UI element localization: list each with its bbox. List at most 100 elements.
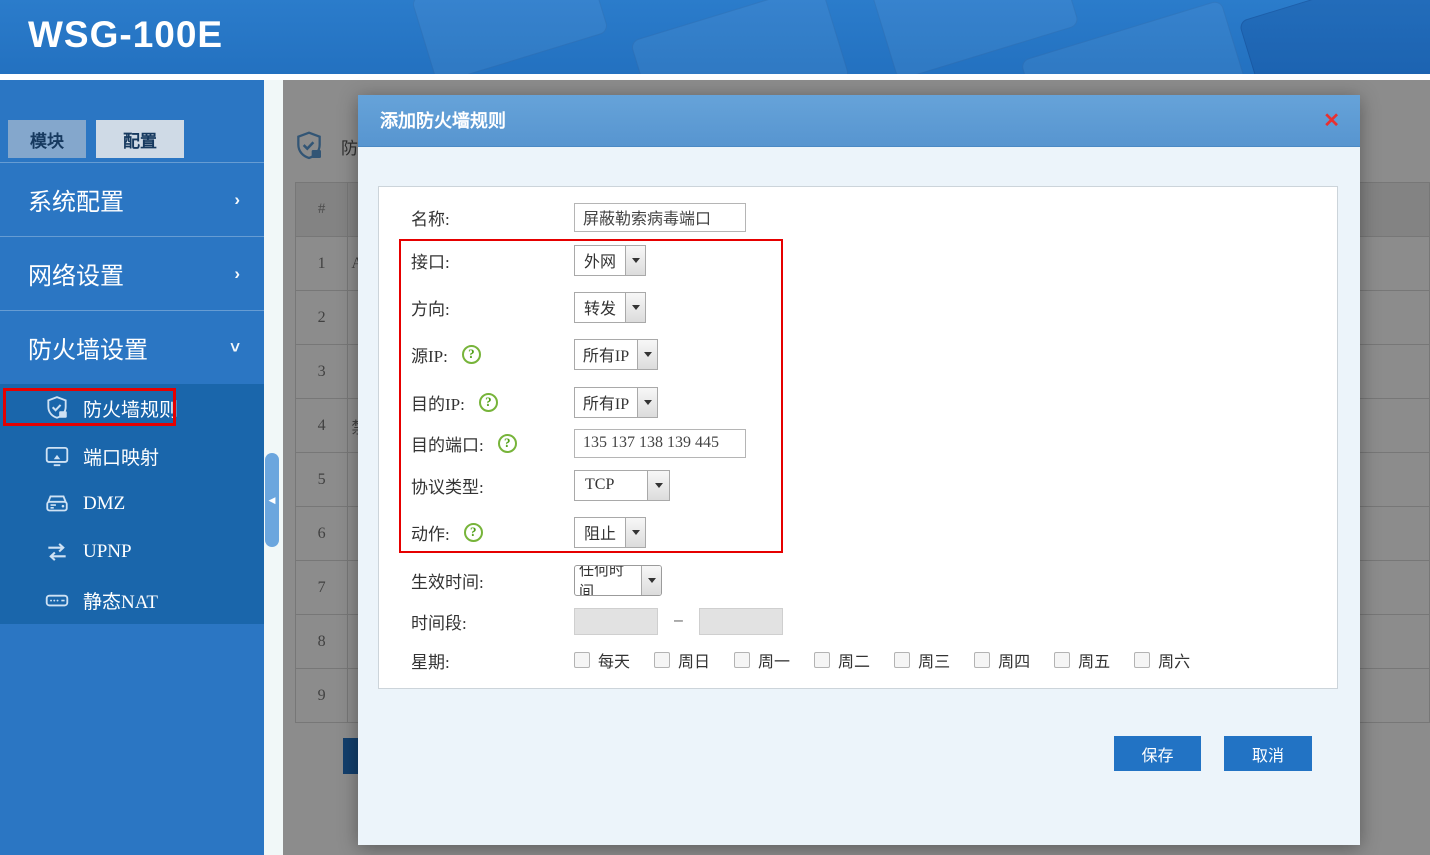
checkbox-label: 周五	[1078, 654, 1111, 671]
help-icon[interactable]: ?	[497, 433, 517, 453]
sidebar-item-static-nat[interactable]: 静态NAT	[0, 576, 264, 624]
label-text: 目的端口:	[411, 435, 484, 455]
checkbox-label: 周一	[758, 654, 791, 671]
protocol-value: TCP	[585, 476, 615, 493]
server-icon	[44, 491, 70, 517]
form-row-direction: 方向: 转发	[379, 291, 1337, 323]
sidebar: 模块 配置 系统配置 › 网络设置 › 防火墙设置 ˅ 防火墙规则 端口映射 D…	[0, 80, 264, 855]
help-icon[interactable]: ?	[463, 522, 483, 542]
monitor-icon	[44, 443, 70, 469]
label-text: 源IP:	[411, 346, 448, 366]
week-option-monday: 周一	[734, 648, 790, 672]
name-input[interactable]	[574, 202, 746, 232]
sidebar-item-label: 静态NAT	[83, 591, 158, 613]
form-row-dest-port: 目的端口: ?	[379, 428, 1337, 458]
dropdown-arrow-icon[interactable]	[637, 387, 657, 417]
sidebar-item-label: UPNP	[83, 541, 132, 562]
direction-label: 方向:	[411, 299, 450, 319]
sidebar-item-label: DMZ	[83, 493, 126, 514]
sidebar-item-label: 防火墙规则	[83, 399, 179, 421]
checkbox-label: 周六	[1158, 654, 1191, 671]
dest-ip-select[interactable]: 所有IP	[574, 386, 658, 418]
form-row-name: 名称:	[379, 202, 1337, 232]
dropdown-arrow-icon[interactable]	[625, 245, 645, 275]
everyday-checkbox[interactable]	[574, 652, 590, 668]
interface-select[interactable]: 外网	[574, 244, 646, 276]
effective-time-select[interactable]: 任何时间	[574, 564, 662, 596]
shield-check-icon	[44, 395, 70, 421]
name-label: 名称:	[411, 209, 450, 229]
form-row-dest-ip: 目的IP: ? 所有IP	[379, 386, 1337, 418]
sidebar-item-port-mapping[interactable]: 端口映射	[0, 432, 264, 480]
sidebar-item-upnp[interactable]: UPNP	[0, 528, 264, 576]
protocol-label: 协议类型:	[411, 477, 484, 497]
label-text: 目的IP:	[411, 394, 465, 414]
source-ip-select[interactable]: 所有IP	[574, 338, 658, 370]
sidebar-item-label: 系统配置	[28, 189, 124, 216]
save-button[interactable]: 保存	[1114, 736, 1201, 771]
week-option-friday: 周五	[1054, 648, 1110, 672]
form-row-effective-time: 生效时间: 任何时间	[379, 564, 1337, 596]
week-option-sunday: 周日	[654, 648, 710, 672]
dialog-titlebar: 添加防火墙规则 ✕	[358, 95, 1360, 147]
form-row-action: 动作: ? 阻止	[379, 516, 1337, 548]
week-option-thursday: 周四	[974, 648, 1030, 672]
sidebar-tabs: 模块 配置	[0, 120, 264, 158]
chevron-right-icon: ›	[234, 189, 240, 209]
dest-port-input[interactable]	[574, 428, 746, 458]
dest-ip-label: 目的IP: ?	[411, 390, 574, 415]
monday-checkbox[interactable]	[734, 652, 751, 668]
dropdown-arrow-icon[interactable]	[637, 339, 657, 369]
dest-port-label: 目的端口: ?	[411, 431, 574, 456]
time-end-input[interactable]	[698, 607, 783, 635]
form-row-time-range: 时间段: –	[379, 606, 1337, 636]
dropdown-arrow-icon[interactable]	[625, 517, 645, 547]
effective-time-label: 生效时间:	[411, 572, 484, 592]
sidebar-item-dmz[interactable]: DMZ	[0, 480, 264, 528]
sidebar-collapse-handle[interactable]: ◀	[265, 453, 279, 547]
thursday-checkbox[interactable]	[974, 652, 991, 668]
dropdown-arrow-icon[interactable]	[625, 292, 645, 322]
collapse-arrow-icon: ◀	[268, 494, 276, 505]
cancel-button[interactable]: 取消	[1224, 736, 1312, 771]
sidebar-nav: 系统配置 › 网络设置 › 防火墙设置 ˅	[0, 162, 264, 384]
keyboard-decoration	[629, 0, 851, 74]
close-icon[interactable]: ✕	[1323, 108, 1340, 133]
app-header: WSG-100E	[0, 0, 1430, 77]
friday-checkbox[interactable]	[1054, 652, 1071, 668]
sidebar-item-firewall-rules[interactable]: 防火墙规则	[0, 384, 264, 432]
week-label: 星期:	[411, 652, 450, 672]
protocol-select[interactable]: TCP	[574, 469, 670, 501]
help-icon[interactable]: ?	[461, 344, 481, 364]
add-firewall-rule-dialog: 添加防火墙规则 ✕ 名称: 接口: 外网 方向: 转发 源IP: ?	[358, 95, 1360, 845]
chevron-right-icon: ›	[234, 263, 240, 283]
dropdown-arrow-icon[interactable]	[647, 470, 669, 500]
week-option-wednesday: 周三	[894, 648, 950, 672]
week-option-everyday: 每天	[574, 648, 630, 672]
saturday-checkbox[interactable]	[1134, 652, 1151, 668]
week-option-saturday: 周六	[1134, 648, 1190, 672]
dest-ip-value: 所有IP	[582, 396, 630, 413]
dialog-form-panel: 名称: 接口: 外网 方向: 转发 源IP: ? 所有IP	[378, 186, 1338, 689]
swap-arrows-icon	[44, 539, 70, 565]
wednesday-checkbox[interactable]	[894, 652, 911, 668]
direction-select[interactable]: 转发	[574, 291, 646, 323]
sunday-checkbox[interactable]	[654, 652, 671, 668]
sidebar-item-network-settings[interactable]: 网络设置 ›	[0, 236, 264, 310]
sidebar-item-firewall-settings[interactable]: 防火墙设置 ˅	[0, 310, 264, 384]
form-row-interface: 接口: 外网	[379, 244, 1337, 276]
sidebar-item-label: 防火墙设置	[28, 337, 148, 364]
checkbox-label: 周二	[838, 654, 871, 671]
tab-config[interactable]: 配置	[96, 120, 184, 158]
help-icon[interactable]: ?	[478, 392, 498, 412]
tuesday-checkbox[interactable]	[814, 652, 831, 668]
dialog-title: 添加防火墙规则	[380, 111, 506, 131]
checkbox-label: 周日	[678, 654, 711, 671]
dropdown-arrow-icon[interactable]	[641, 565, 661, 595]
tab-modules[interactable]: 模块	[8, 120, 86, 158]
action-select[interactable]: 阻止	[574, 516, 646, 548]
sidebar-item-system-config[interactable]: 系统配置 ›	[0, 162, 264, 236]
time-start-input[interactable]	[574, 607, 658, 635]
checkbox-label: 周三	[918, 654, 951, 671]
sidebar-item-label: 端口映射	[83, 447, 160, 469]
